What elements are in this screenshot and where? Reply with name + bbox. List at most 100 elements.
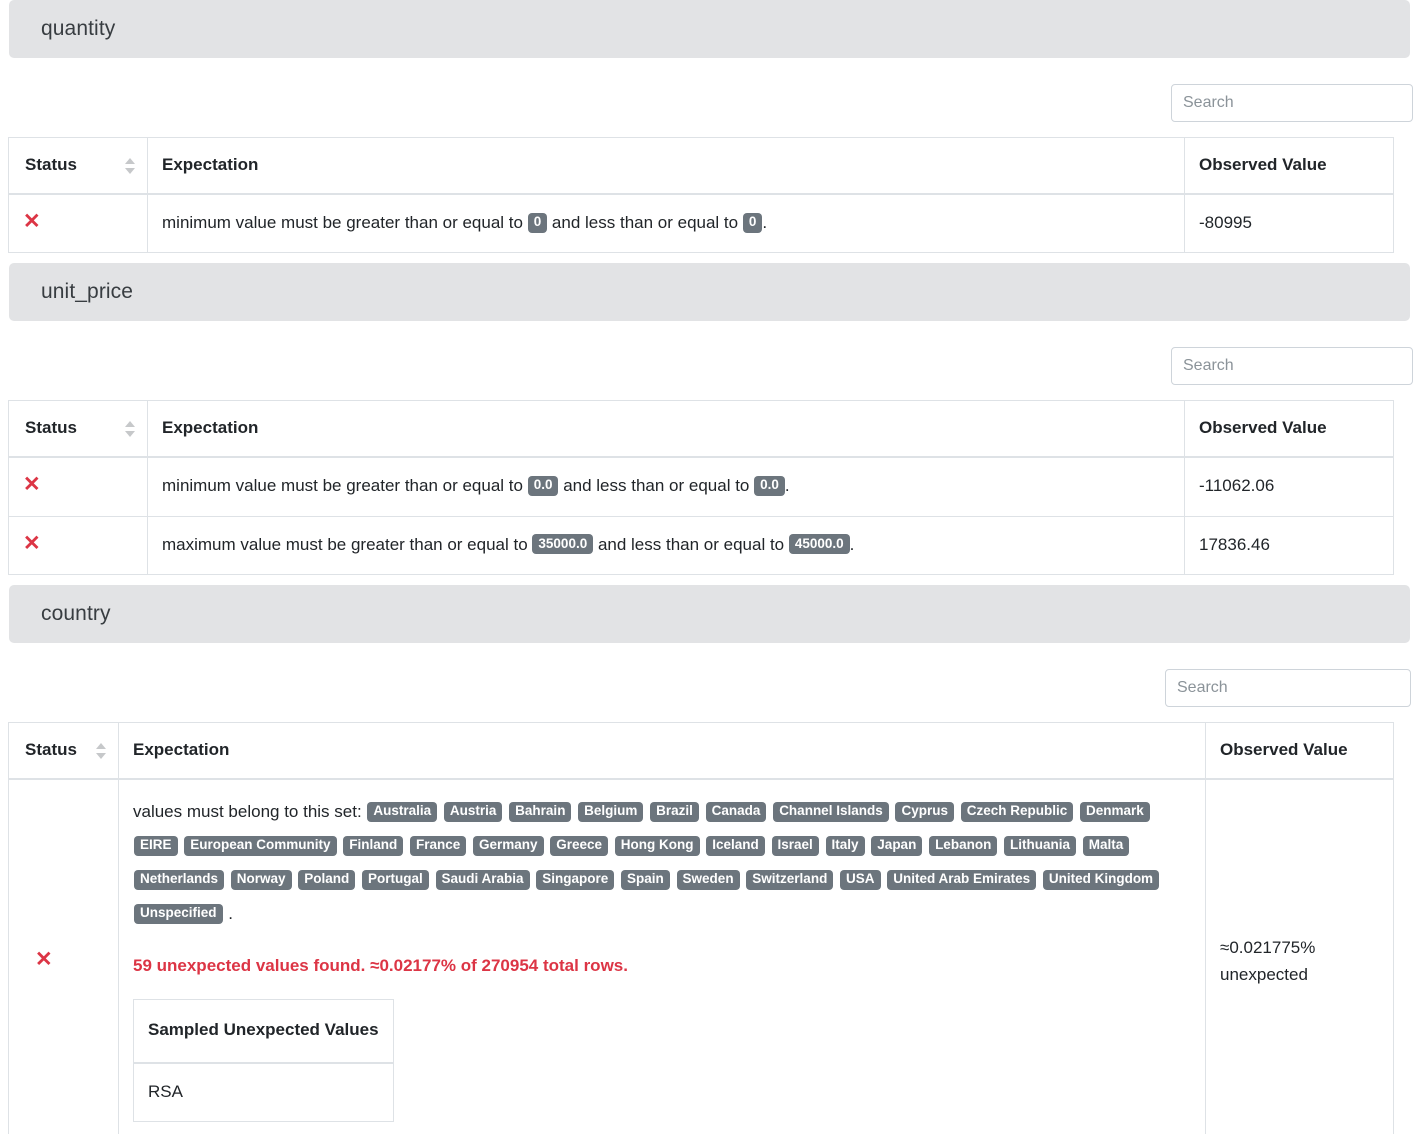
value-set-badge: Denmark <box>1079 801 1150 822</box>
section-header-quantity: quantity <box>9 0 1410 58</box>
value-set-badge: Japan <box>871 835 923 856</box>
results-table-quantity: Status Expectation Observed Value ✕ mini… <box>8 137 1394 254</box>
table-row: ✕ minimum value must be greater than or … <box>8 193 1394 254</box>
value-set-badge: Belgium <box>578 801 644 822</box>
expectation-cell: minimum value must be greater than or eq… <box>147 193 1185 254</box>
expectation-middle: and less than or equal to <box>558 476 755 496</box>
sampled-unexpected-values-table: Sampled Unexpected Values RSA <box>133 999 394 1123</box>
section-header-country: country <box>9 585 1410 644</box>
column-label: Expectation <box>133 740 230 760</box>
table-header-row: Status Expectation Observed Value <box>8 400 1394 459</box>
observed-value-cell: ≈0.021775% unexpected <box>1205 778 1394 1134</box>
expectation-min-badge: 0.0 <box>527 475 559 497</box>
search-input[interactable] <box>1171 84 1413 122</box>
column-header-expectation: Expectation <box>147 400 1185 459</box>
results-table-unit-price: Status Expectation Observed Value ✕ mini… <box>8 400 1394 576</box>
table-header-row: Status Expectation Observed Value <box>8 137 1394 195</box>
value-set-badge: EIRE <box>134 835 178 856</box>
value-set-prefix: values must belong to this set: <box>133 802 367 822</box>
value-set-badge: European Community <box>184 835 337 856</box>
sort-arrows-icon[interactable] <box>125 157 135 175</box>
search-row-quantity <box>0 84 1419 122</box>
expectation-min-badge: 35000.0 <box>532 534 594 555</box>
value-set-badge: USA <box>840 869 881 890</box>
table-header-row: Status Expectation Observed Value <box>8 722 1394 781</box>
value-set-badge: Germany <box>473 835 544 856</box>
value-set-badge: Italy <box>825 835 865 856</box>
expectation-prefix: maximum value must be greater than or eq… <box>162 534 533 554</box>
expectation-max-badge: 0 <box>742 212 763 233</box>
table-row: ✕ minimum value must be greater than or … <box>8 456 1394 517</box>
section-country: country <box>0 585 1419 644</box>
expectation-suffix: . <box>762 213 768 232</box>
observed-value-label: unexpected <box>1220 964 1308 984</box>
expectation-cell: minimum value must be greater than or eq… <box>147 456 1185 517</box>
column-header-status[interactable]: Status <box>8 137 148 195</box>
sort-arrows-icon[interactable] <box>96 742 106 760</box>
value-set-badge: Malta <box>1082 835 1130 856</box>
expectation-middle: and less than or equal to <box>593 534 789 554</box>
sort-arrows-icon[interactable] <box>125 420 135 438</box>
sampled-value: RSA <box>133 1062 394 1123</box>
value-set-badge: Netherlands <box>134 869 225 890</box>
value-set-badge: Greece <box>550 835 609 856</box>
search-row-country <box>0 669 1419 708</box>
search-input[interactable] <box>1165 669 1411 708</box>
expectation-suffix: . <box>849 534 855 554</box>
value-set-badge: Hong Kong <box>614 835 700 856</box>
value-set-badge: Lithuania <box>1004 835 1077 856</box>
sampled-row: RSA <box>133 1062 394 1123</box>
column-label: Expectation <box>162 155 259 174</box>
expectation-middle: and less than or equal to <box>547 213 743 232</box>
value-set-badge: Sweden <box>676 869 740 890</box>
sampled-column-header: Sampled Unexpected Values <box>133 999 394 1064</box>
column-label: Observed Value <box>1199 418 1327 438</box>
value-set-badge: Australia <box>367 801 438 822</box>
column-label: Status <box>25 740 77 760</box>
value-set-badge: Lebanon <box>929 835 998 856</box>
value-set-badge: United Arab Emirates <box>887 869 1037 890</box>
value-set-badge: Norway <box>230 869 292 890</box>
value-set-badge: Spain <box>621 869 670 890</box>
value-set-badge: Bahrain <box>509 801 572 822</box>
value-set-badge: Singapore <box>536 869 615 890</box>
unexpected-values-message: 59 unexpected values found. ≈0.02177% of… <box>133 956 628 976</box>
x-mark-icon: ✕ <box>23 531 41 555</box>
observed-value-percent: ≈0.021775% <box>1220 938 1316 958</box>
column-label: Expectation <box>162 418 259 438</box>
sampled-header-row: Sampled Unexpected Values <box>133 999 394 1064</box>
value-set-badge: Czech Republic <box>960 801 1074 822</box>
value-set-badge: Canada <box>705 801 767 822</box>
section-quantity: quantity <box>0 0 1419 58</box>
column-header-observed-value: Observed Value <box>1205 722 1394 781</box>
value-set-badge: France <box>409 835 467 856</box>
search-row-unit-price <box>0 347 1419 386</box>
table-row: ✕ maximum value must be greater than or … <box>8 515 1394 576</box>
column-label: Status <box>25 418 77 438</box>
status-cell: ✕ <box>8 193 148 254</box>
section-title: country <box>41 602 111 626</box>
section-title: unit_price <box>41 280 134 304</box>
validation-results-page: quantity Status Expectation Observed Val… <box>0 0 1419 1134</box>
value-set-badge: Saudi Arabia <box>435 869 530 890</box>
column-header-expectation: Expectation <box>147 137 1185 195</box>
column-header-observed-value: Observed Value <box>1184 137 1394 195</box>
column-header-status[interactable]: Status <box>8 722 119 781</box>
expectation-prefix: minimum value must be greater than or eq… <box>162 476 528 496</box>
column-header-expectation: Expectation <box>118 722 1206 781</box>
results-table-country: Status Expectation Observed Value ✕ valu <box>8 722 1394 1134</box>
value-set-badge: Finland <box>343 835 404 856</box>
value-set-badge: Austria <box>443 801 503 822</box>
expectation-min-badge: 0 <box>527 212 548 233</box>
value-set-badge: Channel Islands <box>773 801 889 822</box>
status-cell: ✕ <box>8 456 148 517</box>
expectation-max-badge: 0.0 <box>754 475 785 497</box>
value-set-description: values must belong to this set: Australi… <box>133 795 1191 931</box>
x-mark-icon: ✕ <box>35 948 53 972</box>
x-mark-icon: ✕ <box>23 210 41 233</box>
value-set-badge: Unspecified <box>134 903 223 924</box>
value-set-badge: Iceland <box>706 835 765 856</box>
column-label: Observed Value <box>1199 155 1327 174</box>
search-input[interactable] <box>1171 347 1413 386</box>
column-header-status[interactable]: Status <box>8 400 148 459</box>
